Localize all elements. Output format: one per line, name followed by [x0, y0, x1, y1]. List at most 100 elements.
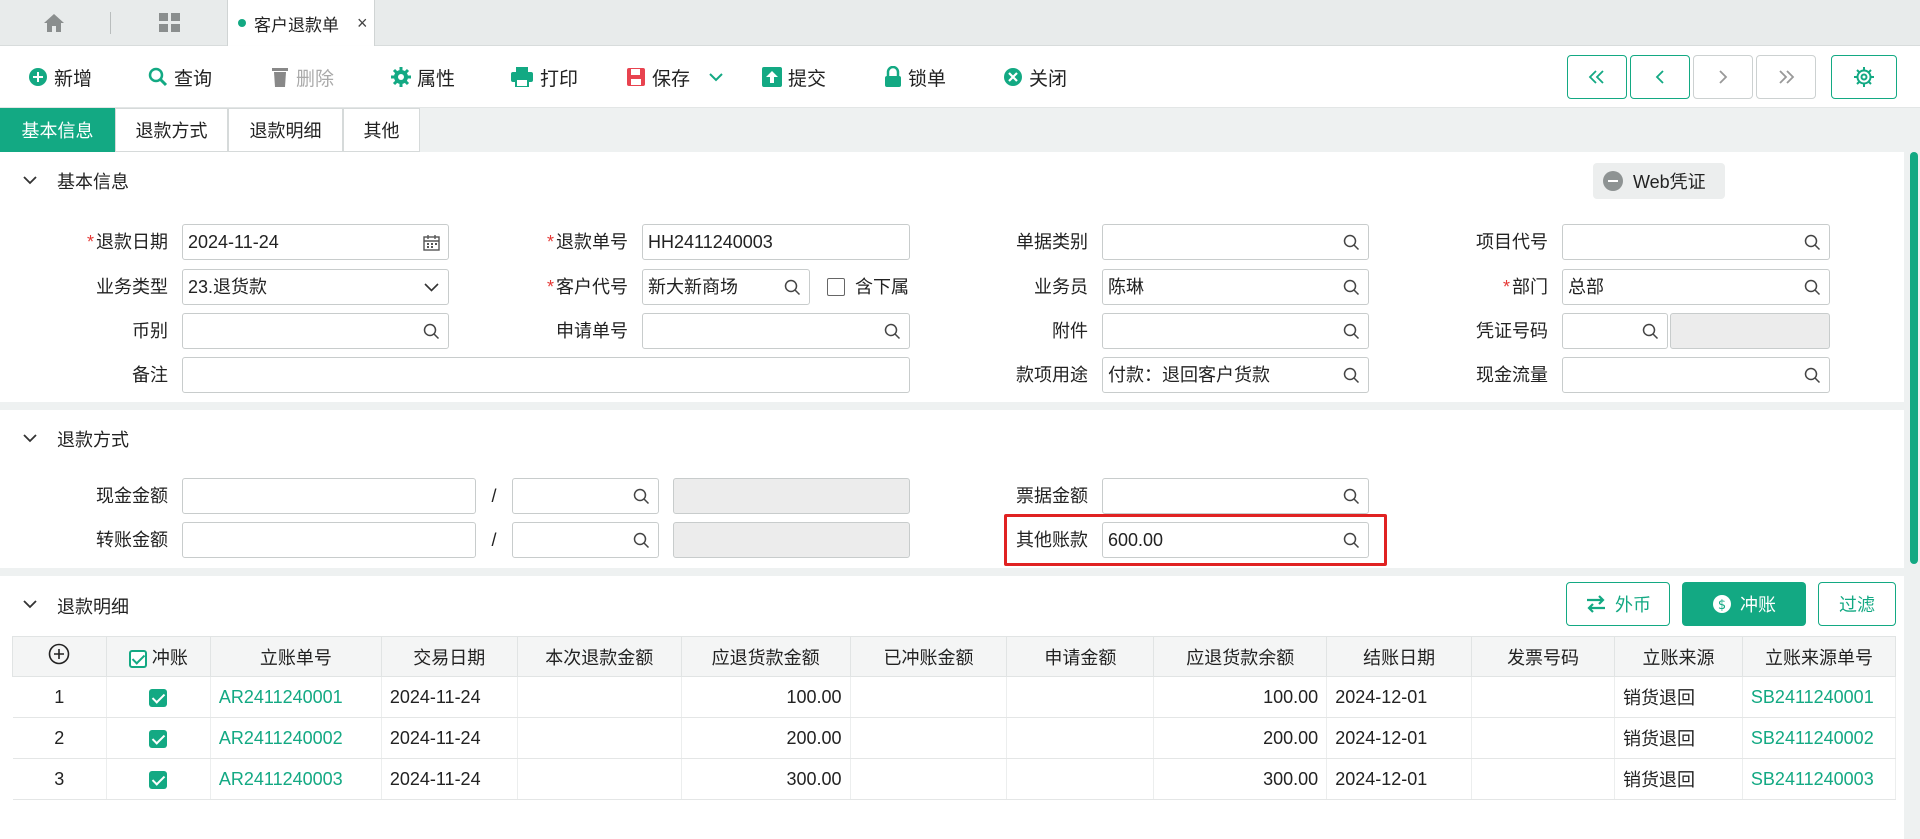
customer-code-field[interactable]: 新大新商场 [642, 269, 810, 305]
chevron-down-icon[interactable] [22, 432, 38, 444]
first-record-button[interactable] [1567, 55, 1627, 99]
col-apply-amount[interactable]: 申请金额 [1006, 636, 1155, 677]
next-record-button[interactable] [1693, 55, 1753, 99]
chevron-down-icon[interactable] [423, 279, 440, 296]
calendar-icon[interactable] [423, 234, 440, 251]
col-source[interactable]: 立账来源 [1614, 636, 1743, 677]
col-trade-date[interactable]: 交易日期 [380, 636, 518, 677]
row-checkbox[interactable] [149, 729, 168, 748]
refund-method-section-header[interactable]: 退款方式 [0, 410, 1904, 468]
purpose-field[interactable]: 付款：退回客户货款 [1102, 357, 1369, 393]
biz-type-select[interactable]: 23.退货款 [182, 269, 449, 305]
col-this-refund[interactable]: 本次退款金额 [516, 636, 682, 677]
col-due-amount[interactable]: 应退货款金额 [680, 636, 851, 677]
search-icon[interactable] [1804, 279, 1821, 296]
voucher-no-field[interactable] [1562, 313, 1668, 349]
transfer-account-field[interactable] [512, 522, 659, 558]
settings-button[interactable] [1831, 55, 1897, 99]
print-button[interactable]: 打印 [510, 63, 578, 91]
currency-field[interactable] [182, 313, 449, 349]
search-icon[interactable] [1343, 367, 1360, 384]
col-source-no[interactable]: 立账来源单号 [1741, 636, 1897, 677]
last-record-button[interactable] [1756, 55, 1816, 99]
search-icon[interactable] [1343, 488, 1360, 505]
search-icon[interactable] [633, 532, 650, 549]
cash-amount-field[interactable] [182, 478, 476, 514]
remark-field[interactable] [182, 357, 910, 393]
include-sub-label: 含下属 [855, 277, 909, 297]
bill-no-link[interactable]: AR2411240002 [210, 717, 382, 759]
table-row[interactable]: 2 AR2411240002 2024-11-24 200.00 200.00 … [12, 717, 1897, 759]
home-icon[interactable] [42, 12, 66, 34]
row-checkbox[interactable] [149, 688, 168, 707]
cash-account-field[interactable] [512, 478, 659, 514]
source-no-link[interactable]: SB2411240002 [1742, 717, 1897, 759]
row-checkbox[interactable] [149, 770, 168, 789]
search-icon[interactable] [784, 279, 801, 296]
chevron-down-icon[interactable] [22, 598, 38, 610]
tab-customer-refund[interactable]: 客户退款单 × [227, 0, 375, 46]
tab-refund-method[interactable]: 退款方式 [115, 108, 228, 152]
cashflow-field[interactable] [1562, 357, 1830, 393]
close-button[interactable]: 关闭 [1003, 63, 1067, 91]
tab-refund-detail[interactable]: 退款明细 [228, 108, 343, 152]
search-icon[interactable] [884, 323, 901, 340]
col-offset[interactable]: 冲账 [105, 636, 211, 677]
scrollbar-thumb[interactable] [1910, 152, 1918, 564]
search-icon[interactable] [1343, 279, 1360, 296]
include-sub-checkbox[interactable] [827, 278, 845, 296]
salesman-field[interactable]: 陈琳 [1102, 269, 1369, 305]
doc-type-field[interactable] [1102, 224, 1369, 260]
lock-button[interactable]: 锁单 [884, 63, 946, 91]
close-tab-icon[interactable]: × [357, 13, 368, 34]
filter-button[interactable]: 过滤 [1818, 582, 1896, 626]
add-row-header[interactable] [12, 636, 107, 677]
chevron-down-icon[interactable] [708, 71, 724, 83]
new-button[interactable]: 新增 [28, 63, 92, 91]
web-voucher-button[interactable]: Web凭证 [1593, 163, 1725, 199]
table-row[interactable]: 1 AR2411240001 2024-11-24 100.00 100.00 … [12, 676, 1897, 718]
query-button[interactable]: 查询 [148, 63, 212, 91]
active-dot-icon [238, 19, 246, 27]
attrs-button[interactable]: 属性 [391, 63, 455, 91]
search-icon[interactable] [1804, 367, 1821, 384]
search-icon[interactable] [1642, 323, 1659, 340]
save-button[interactable]: 保存 [626, 63, 724, 91]
chevron-down-icon[interactable] [22, 174, 38, 186]
submit-button[interactable]: 提交 [762, 63, 826, 91]
tab-basic-info[interactable]: 基本信息 [0, 108, 115, 152]
attachment-field[interactable] [1102, 313, 1369, 349]
bill-no-link[interactable]: AR2411240001 [210, 676, 382, 718]
search-icon[interactable] [633, 488, 650, 505]
col-bill-no[interactable]: 立账单号 [209, 636, 382, 677]
offset-button[interactable]: $ 冲账 [1682, 582, 1806, 626]
apply-no-field[interactable] [642, 313, 910, 349]
col-invoice-no[interactable]: 发票号码 [1471, 636, 1616, 677]
refund-date-field[interactable]: 2024-11-24 [182, 224, 449, 260]
bill-amount-field[interactable] [1102, 478, 1369, 514]
vertical-scrollbar[interactable] [1908, 152, 1920, 839]
select-all-checkbox[interactable] [128, 649, 147, 668]
refund-no-field[interactable]: HH2411240003 [642, 224, 910, 260]
col-offset-amount[interactable]: 已冲账金额 [849, 636, 1008, 677]
dept-field[interactable]: 总部 [1562, 269, 1830, 305]
search-icon[interactable] [1343, 323, 1360, 340]
transfer-amount-field[interactable] [182, 522, 476, 558]
table-row[interactable]: 3 AR2411240003 2024-11-24 300.00 300.00 … [12, 758, 1897, 800]
project-code-field[interactable] [1562, 224, 1830, 260]
delete-button[interactable]: 删除 [270, 63, 334, 91]
tab-other[interactable]: 其他 [343, 108, 420, 152]
search-icon[interactable] [1804, 234, 1821, 251]
apps-grid-icon[interactable] [158, 12, 182, 34]
foreign-currency-button[interactable]: 外币 [1566, 582, 1670, 626]
col-close-date[interactable]: 结账日期 [1326, 636, 1473, 677]
source-no-link[interactable]: SB2411240001 [1742, 676, 1897, 718]
col-due-balance[interactable]: 应退货款余额 [1153, 636, 1328, 677]
plus-circle-icon[interactable] [48, 643, 70, 665]
search-icon[interactable] [1343, 234, 1360, 251]
source-no-link[interactable]: SB2411240003 [1742, 758, 1897, 800]
bill-no-link[interactable]: AR2411240003 [210, 758, 382, 800]
search-icon[interactable] [423, 323, 440, 340]
lock-label: 锁单 [908, 68, 947, 90]
prev-record-button[interactable] [1630, 55, 1690, 99]
